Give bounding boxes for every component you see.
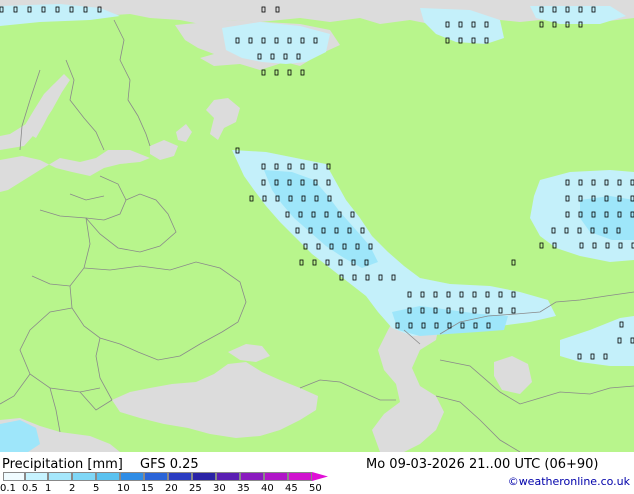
legend-swatch	[240, 472, 264, 481]
precipitation-map	[0, 0, 634, 452]
legend-tick-label: 20	[165, 483, 178, 494]
legend-swatch	[96, 472, 120, 481]
legend-tick-label: 35	[237, 483, 250, 494]
legend-tick-label: 5	[93, 483, 100, 494]
legend-arrow	[312, 472, 328, 481]
legend-tick-label: 25	[189, 483, 202, 494]
legend-swatch	[264, 472, 288, 481]
legend-tick-label: 10	[117, 483, 130, 494]
legend-tick-label: 50	[309, 483, 322, 494]
legend-swatch	[288, 472, 312, 481]
legend-swatch	[216, 472, 240, 481]
legend-tick-label: 15	[141, 483, 154, 494]
footer-bar: Precipitation [mm] GFS 0.25 Mo 09-03-202…	[0, 452, 634, 494]
credit-link[interactable]: ©weatheronline.co.uk	[508, 475, 630, 488]
legend-tick-label: 45	[285, 483, 298, 494]
legend-swatch	[120, 472, 144, 481]
legend-tick-label: 0.5	[22, 483, 38, 494]
legend-swatch	[25, 472, 48, 481]
legend-swatch	[48, 472, 72, 481]
legend-swatch	[3, 472, 25, 481]
legend-swatch	[72, 472, 96, 481]
legend-tick-label: 0.1	[0, 483, 16, 494]
legend-tick-label: 1	[45, 483, 52, 494]
legend-tick-label: 2	[69, 483, 76, 494]
legend-tick-label: 30	[213, 483, 226, 494]
valid-time: Mo 09-03-2026 21..00 UTC (06+90)	[366, 457, 599, 472]
legend-title: Precipitation [mm]	[2, 457, 123, 472]
legend-tick-label: 40	[261, 483, 274, 494]
model-label: GFS 0.25	[140, 457, 199, 472]
legend-swatch	[192, 472, 216, 481]
legend-swatch	[144, 472, 168, 481]
legend-swatch	[168, 472, 192, 481]
